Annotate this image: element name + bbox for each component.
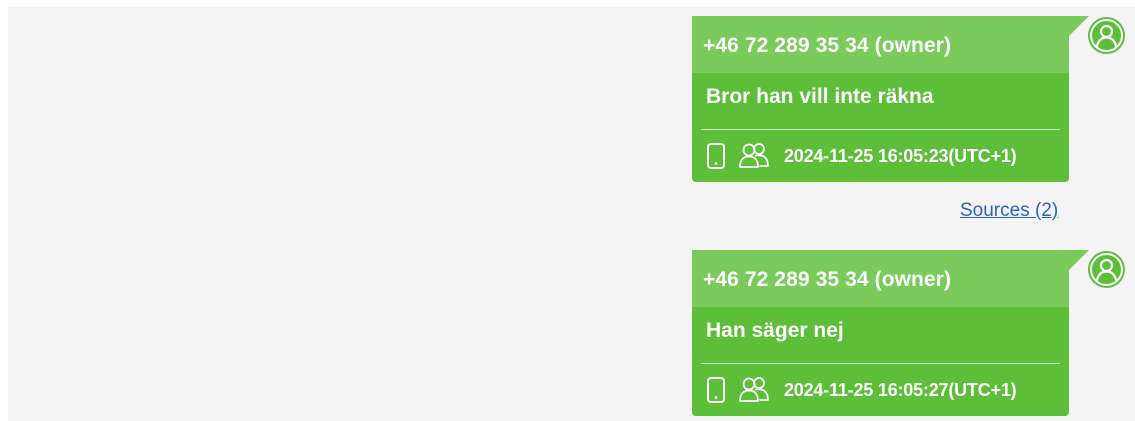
phone-icon: [706, 142, 726, 170]
message-meta: 2024-11-25 16:05:27(UTC+1): [692, 364, 1069, 416]
phone-icon: [706, 376, 726, 404]
message-bubble[interactable]: +46 72 289 35 34 (owner) Han säger nej 2…: [692, 250, 1089, 416]
message-text: Han säger nej: [706, 319, 844, 342]
user-avatar-icon[interactable]: [1088, 17, 1125, 54]
message-bubble[interactable]: +46 72 289 35 34 (owner) Bror han vill i…: [692, 16, 1089, 182]
message-meta: 2024-11-25 16:05:23(UTC+1): [692, 130, 1069, 182]
chat-panel: +46 72 289 35 34 (owner) Bror han vill i…: [8, 7, 1135, 421]
message-text: Bror han vill inte räkna: [706, 85, 934, 108]
user-avatar-icon[interactable]: [1088, 251, 1125, 288]
message-timestamp: 2024-11-25 16:05:23(UTC+1): [784, 145, 1017, 166]
message-sender: +46 72 289 35 34 (owner): [692, 16, 1069, 73]
sources-link[interactable]: Sources (2): [960, 200, 1058, 222]
chat-message[interactable]: +46 72 289 35 34 (owner) Han säger nej 2…: [692, 250, 1125, 416]
group-icon: [738, 141, 770, 171]
message-timestamp: 2024-11-25 16:05:27(UTC+1): [784, 379, 1017, 400]
chat-message[interactable]: +46 72 289 35 34 (owner) Bror han vill i…: [692, 16, 1125, 182]
message-sender: +46 72 289 35 34 (owner): [692, 250, 1069, 307]
group-icon: [738, 375, 770, 405]
